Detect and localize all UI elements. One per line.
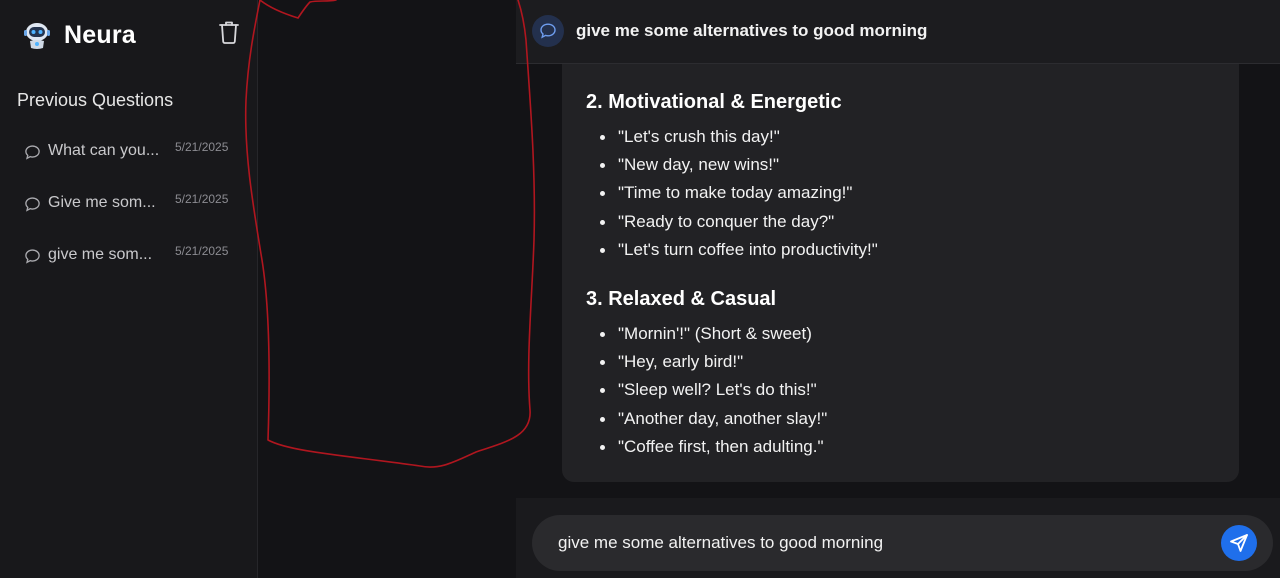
chat-bubble-icon	[25, 145, 40, 160]
suggestion-item: "Another day, another slay!"	[599, 405, 827, 433]
clear-history-button[interactable]	[216, 19, 242, 45]
robot-logo-icon	[24, 23, 50, 49]
section-heading: 3. Relaxed & Casual	[586, 288, 777, 310]
composer-bar	[516, 498, 1280, 578]
history-item-date: 5/21/2025	[175, 244, 229, 258]
suggestion-list: "Let's crush this day!" "New day, new wi…	[586, 123, 878, 264]
sidebar: Neura Previous Questions What can you...…	[0, 0, 258, 578]
history-item[interactable]: What can you... 5/21/2025	[0, 130, 258, 182]
send-icon	[1230, 534, 1248, 552]
previous-questions-heading: Previous Questions	[17, 90, 174, 110]
history-item-date: 5/21/2025	[175, 192, 229, 206]
brand: Neura	[22, 18, 136, 52]
app-name: Neura	[64, 20, 136, 49]
suggestion-item: "Mornin'!" (Short & sweet)	[599, 320, 827, 348]
chat-bubble-icon	[25, 249, 40, 264]
question-badge	[532, 15, 564, 47]
suggestion-item: "New day, new wins!"	[600, 151, 878, 179]
suggestion-item: "Coffee first, then adulting."	[599, 433, 827, 461]
section-heading: 2. Motivational & Energetic	[586, 91, 842, 113]
history-item-label: What can you...	[48, 142, 160, 159]
suggestion-item: "Time to make today amazing!"	[600, 179, 878, 207]
history-item[interactable]: give me som... 5/21/2025	[0, 234, 258, 286]
question-header: give me some alternatives to good mornin…	[516, 0, 1280, 64]
suggestion-item: "Hey, early bird!"	[599, 348, 827, 376]
message-input[interactable]	[556, 515, 1196, 571]
answer-card: 2. Motivational & Energetic "Let's crush…	[562, 64, 1239, 482]
history-item[interactable]: Give me som... 5/21/2025	[0, 182, 258, 234]
suggestion-item: "Let's turn coffee into productivity!"	[600, 236, 878, 264]
suggestion-item: "Sleep well? Let's do this!"	[599, 376, 827, 404]
chat-bubble-icon	[540, 23, 556, 39]
answer-section: 3. Relaxed & Casual "Mornin'!" (Short & …	[586, 288, 827, 461]
trash-icon	[219, 21, 239, 44]
chat-main: give me some alternatives to good mornin…	[516, 0, 1280, 578]
chat-bubble-icon	[25, 197, 40, 212]
question-title: give me some alternatives to good mornin…	[576, 21, 928, 40]
suggestion-item: "Let's crush this day!"	[600, 123, 878, 151]
suggestion-list: "Mornin'!" (Short & sweet) "Hey, early b…	[586, 320, 827, 461]
answer-section: 2. Motivational & Energetic "Let's crush…	[586, 91, 878, 264]
history-item-label: give me som...	[48, 246, 153, 263]
history-list: What can you... 5/21/2025 Give me som...…	[0, 130, 258, 286]
red-scribble-annotation	[244, 0, 536, 468]
suggestion-item: "Ready to conquer the day?"	[600, 208, 878, 236]
history-item-label: Give me som...	[48, 194, 156, 211]
composer	[532, 515, 1273, 571]
send-button[interactable]	[1221, 525, 1257, 561]
history-item-date: 5/21/2025	[175, 140, 229, 154]
